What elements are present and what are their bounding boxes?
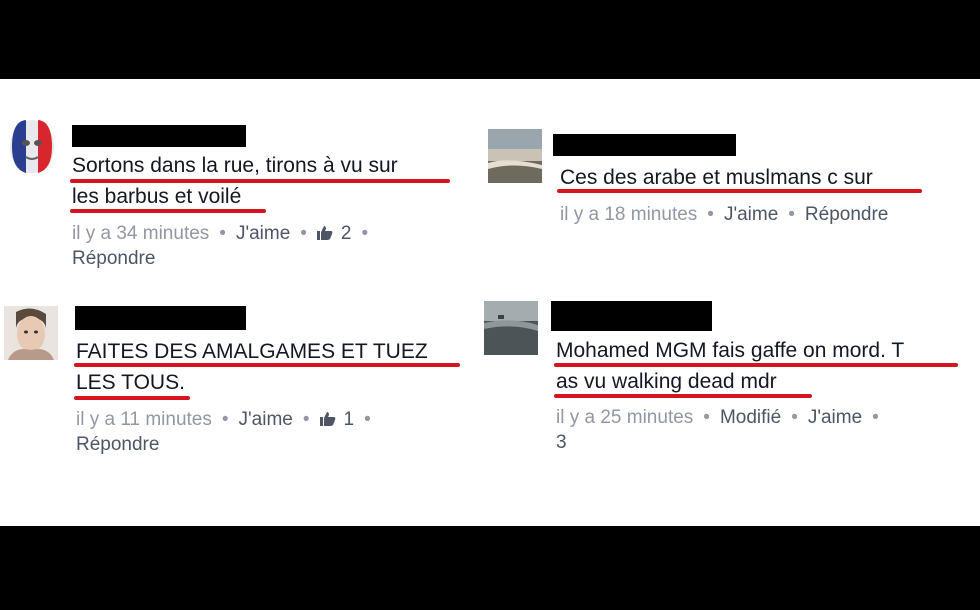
separator-dot: • [872,407,879,428]
comments-panel: Sortons dans la rue, tirons à vu sur les… [0,79,980,526]
like-link[interactable]: J'aime [724,204,778,225]
avatar[interactable] [4,306,58,360]
like-count[interactable]: 1 [319,409,355,430]
avatar[interactable] [484,301,538,355]
redacted-name [75,306,246,330]
comment-text-line-2: as vu walking dead mdr [556,370,777,393]
timestamp[interactable]: il y a 34 minutes [72,223,209,244]
redacted-name [553,134,736,156]
separator-dot: • [791,407,798,428]
highlight-underline [70,179,450,183]
thumbs-up-icon [316,226,333,240]
comment-meta: il y a 25 minutes • Modifié • J'aime • 3 [556,405,966,455]
comment-text: FAITES DES AMALGAMES ET TUEZ LES TOUS. [76,336,476,398]
like-count-value: 2 [340,223,352,244]
highlight-underline [554,363,958,367]
comment-3: FAITES DES AMALGAMES ET TUEZ LES TOUS. i… [0,279,480,479]
avatar[interactable] [4,117,60,173]
like-link[interactable]: J'aime [236,223,290,244]
comment-meta: il y a 34 minutes • J'aime • 2 • Répondre [72,221,472,271]
redacted-name [72,125,246,147]
reply-link[interactable]: Répondre [76,434,159,455]
separator-dot: • [788,204,795,225]
comment-text-line-1: Sortons dans la rue, tirons à vu sur [72,154,398,177]
highlight-underline [554,394,812,398]
separator-dot: • [361,223,369,244]
timestamp[interactable]: il y a 25 minutes [556,407,693,428]
timestamp[interactable]: il y a 11 minutes [76,409,212,430]
like-count-value[interactable]: 3 [556,432,567,453]
separator-dot: • [300,223,307,244]
redacted-name [551,301,712,331]
avatar[interactable] [488,129,542,183]
like-count[interactable]: 2 [316,223,352,244]
separator-dot: • [364,409,371,430]
highlight-underline [70,209,266,213]
highlight-underline [74,363,460,367]
like-count-value: 1 [343,409,355,430]
highlight-underline [74,396,190,400]
like-link[interactable]: J'aime [239,409,293,430]
edited-link[interactable]: Modifié [720,407,781,428]
like-link[interactable]: J'aime [808,407,862,428]
comment-text-line-1: Mohamed MGM fais gaffe on mord. T [556,339,905,362]
highlight-underline [557,189,922,193]
comment-meta: il y a 11 minutes • J'aime • 1 • Répondre [76,407,476,457]
thumbs-up-icon [319,412,335,426]
comment-text-line-2: LES TOUS. [76,371,185,394]
comment-4: Mohamed MGM fais gaffe on mord. T as vu … [480,279,980,479]
separator-dot: • [703,407,710,428]
separator-dot: • [221,409,229,430]
comment-meta: il y a 18 minutes • J'aime • Répondre [560,202,970,227]
separator-dot: • [219,223,226,244]
comment-text-line-2: les barbus et voilé [72,185,242,208]
comment-1: Sortons dans la rue, tirons à vu sur les… [0,79,480,279]
comment-2: Ces des arabe et muslmans c sur il y a 1… [480,79,980,279]
separator-dot: • [707,204,714,225]
reply-link[interactable]: Répondre [805,204,888,225]
reply-link[interactable]: Répondre [72,248,155,269]
timestamp[interactable]: il y a 18 minutes [560,204,697,225]
separator-dot: • [302,409,310,430]
